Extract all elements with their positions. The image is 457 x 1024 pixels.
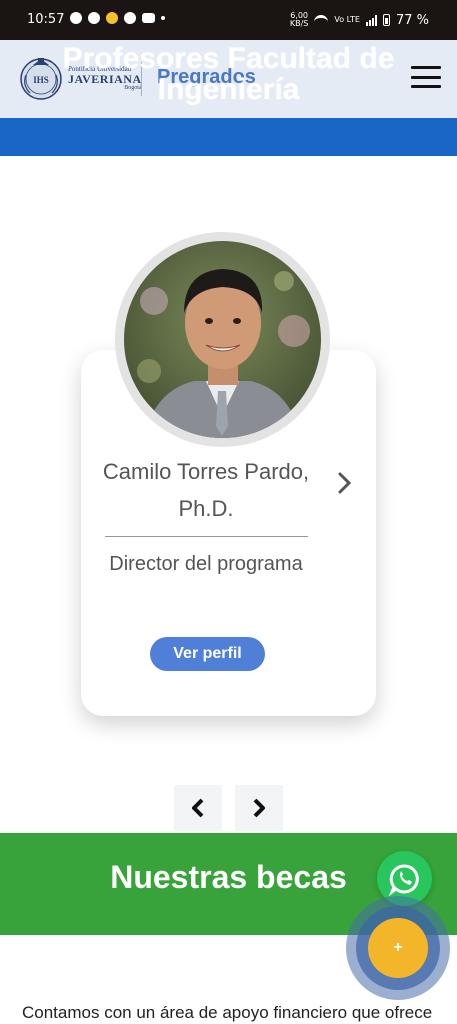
pinterest-icon xyxy=(124,12,136,24)
card-next-chevron-icon[interactable] xyxy=(334,470,356,496)
chevron-left-icon xyxy=(192,798,204,818)
wifi-icon xyxy=(314,15,329,25)
page: 10:57 6,00 KB/S Vo LTE 77 % IHS Pontific… xyxy=(0,0,457,1024)
youtube-icon xyxy=(142,13,155,23)
view-profile-button[interactable]: Ver perfil xyxy=(150,637,265,671)
professor-photo xyxy=(124,241,321,438)
more-dot-icon xyxy=(161,16,165,20)
whatsapp-icon xyxy=(388,864,419,896)
floating-action-button[interactable]: + xyxy=(368,918,428,978)
signal-icon xyxy=(365,14,377,26)
carousel-prev-button[interactable] xyxy=(174,785,222,831)
system-icons: 6,00 KB/S Vo LTE 77 % xyxy=(290,12,429,28)
chevron-right-icon xyxy=(253,798,265,818)
professor-role: Director del programa xyxy=(109,553,303,575)
blue-banner xyxy=(0,118,457,156)
network-speed: 6,00 KB/S xyxy=(290,12,309,28)
scholarships-intro: Contamos con un área de apoyo financiero… xyxy=(22,1003,433,1022)
network-speed-unit: KB/S xyxy=(289,19,309,28)
status-time: 10:57 xyxy=(27,12,65,27)
network-type: Vo LTE xyxy=(334,15,360,24)
battery-icon xyxy=(382,14,390,26)
professor-name: Camilo Torres Pardo, Ph.D. xyxy=(102,459,310,521)
notification-icons xyxy=(70,12,165,24)
notification-app-icon xyxy=(106,12,118,24)
carousel-next-button[interactable] xyxy=(235,785,283,831)
professor-avatar xyxy=(115,232,330,447)
status-bar: 10:57 6,00 KB/S Vo LTE 77 % xyxy=(0,0,457,40)
battery-level: 77 % xyxy=(395,12,429,28)
page-title: Profesores Facultad de Ingeniería xyxy=(62,42,395,106)
snapchat-icon xyxy=(70,12,82,24)
card-divider xyxy=(105,536,308,537)
facebook-icon xyxy=(88,12,100,24)
